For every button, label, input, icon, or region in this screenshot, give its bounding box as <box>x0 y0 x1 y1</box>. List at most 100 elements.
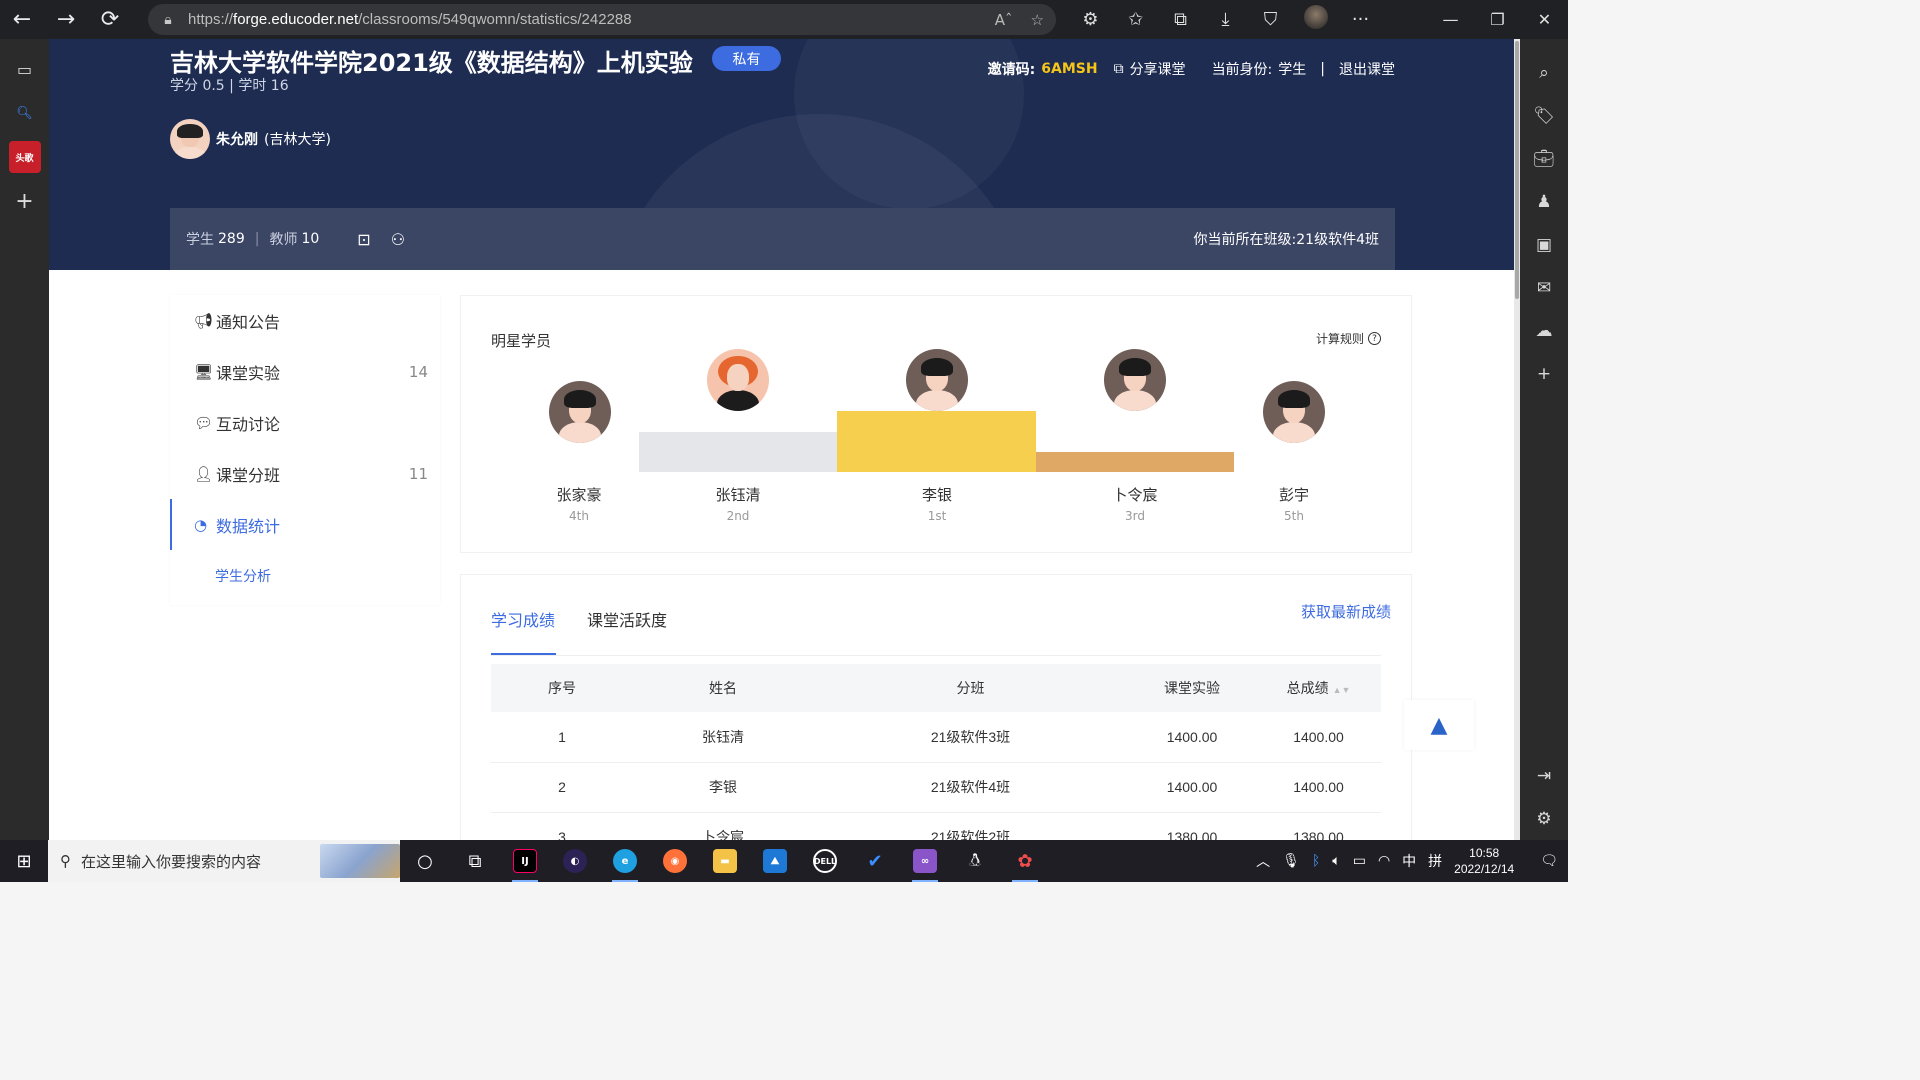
sidebar-search-icon[interactable]: ⌕ <box>1520 51 1568 94</box>
col-header-class: 分班 <box>813 664 1128 712</box>
podium-second <box>639 432 837 472</box>
profile-avatar[interactable] <box>1293 5 1338 34</box>
eclipse-icon[interactable]: ◐ <box>550 840 600 882</box>
separator: | <box>1320 61 1325 77</box>
col-header-index: 序号 <box>491 664 633 712</box>
bluetooth-icon[interactable]: ᛒ <box>1312 853 1320 869</box>
star-avatar-4th[interactable] <box>549 381 611 443</box>
star-avatar-2nd[interactable] <box>707 349 769 411</box>
shopping-icon[interactable]: 🏷︎ <box>1520 94 1568 137</box>
share-icon[interactable]: ⧉ <box>1114 61 1124 77</box>
dell-icon[interactable]: DELL <box>800 840 850 882</box>
back-icon[interactable]: ← <box>0 0 44 39</box>
exit-course-button[interactable]: 退出课堂 <box>1339 59 1395 79</box>
cortana-icon[interactable]: ○ <box>400 840 450 882</box>
menu-item-statistics[interactable]: ◔ 数据统计 <box>170 499 440 550</box>
table-row: 2 李银 21级软件4班 1400.00 1400.00 <box>491 762 1381 813</box>
back-to-top-button[interactable]: ▲ <box>1404 700 1474 750</box>
tab-activity[interactable]: 课堂活跃度 <box>587 607 667 631</box>
photos-icon[interactable]: ⛰ <box>750 840 800 882</box>
col-header-total[interactable]: 总成绩 ▲▼ <box>1256 664 1381 712</box>
star-rank: 2nd <box>726 509 750 523</box>
volume-icon[interactable]: 🔈︎ <box>1332 853 1340 869</box>
more-menu-icon[interactable]: ··· <box>1338 9 1383 30</box>
share-button[interactable]: 分享课堂 <box>1130 59 1186 79</box>
browser-vertical-tabs: ▭ 🔍︎ 头歌 + <box>0 39 49 840</box>
invite-code[interactable]: 6AMSH <box>1041 61 1097 77</box>
taskbar-search[interactable]: ⚲ 在这里输入你要搜索的内容 <box>48 840 400 882</box>
assistant-icon[interactable]: ⚇ <box>391 230 405 249</box>
task-view-icon[interactable]: ⧉ <box>450 840 500 882</box>
read-aloud-icon[interactable]: Aˆ <box>995 11 1013 29</box>
monitor-icon: 🖥︎ <box>194 362 214 381</box>
browser-essentials-icon[interactable]: ⛉ <box>1248 9 1293 30</box>
microphone-icon[interactable]: 🎙︎ <box>1282 853 1300 869</box>
address-bar[interactable]: 🔒︎ https://forge.educoder.net/classrooms… <box>148 4 1056 35</box>
menu-item-discussion[interactable]: 💬︎ 互动讨论 <box>170 397 440 448</box>
taskbar-search-placeholder: 在这里输入你要搜索的内容 <box>81 852 262 871</box>
todo-icon[interactable]: ✔ <box>850 840 900 882</box>
tools-icon[interactable]: 💼︎ <box>1520 137 1568 180</box>
page-content: 吉林大学软件学院2021级《数据结构》上机实验 私有 学分 0.5 | 学时 1… <box>49 39 1514 840</box>
tab-actions-icon[interactable]: ▭ <box>9 53 41 85</box>
firefox-icon[interactable]: ◉ <box>650 840 700 882</box>
forward-icon[interactable]: → <box>44 0 88 39</box>
outlook-icon[interactable]: ✉︎ <box>1520 266 1568 309</box>
taskbar-clock[interactable]: 10:58 2022/12/14 <box>1454 845 1514 877</box>
downloads-icon[interactable]: ⤓ <box>1203 9 1248 30</box>
tab-touge[interactable]: 头歌 <box>8 141 41 173</box>
clock-date: 2022/12/14 <box>1454 862 1515 876</box>
wifi-icon[interactable]: ◠ <box>1378 853 1390 869</box>
system-tray: ︿ 🎙︎ ᛒ 🔈︎ ▭ ◠ 中 拼 10:58 2022/12/14 🗨︎ <box>1256 845 1568 877</box>
paint-icon[interactable]: ✿ <box>1000 840 1050 882</box>
menu-item-notices[interactable]: 📢︎ 通知公告 <box>170 295 440 346</box>
add-favorite-icon[interactable]: ☆ <box>1031 11 1044 29</box>
extensions-icon[interactable]: ⚙︎ <box>1068 9 1113 30</box>
course-menu: 📢︎ 通知公告 🖥︎ 课堂实验 14 💬︎ 互动讨论 👤︎ 课堂分班 11 ◔ … <box>170 295 440 605</box>
file-explorer-icon[interactable]: ▬ <box>700 840 750 882</box>
page-scrollbar[interactable] <box>1514 39 1520 840</box>
submenu-student-analysis[interactable]: 学生分析 <box>170 550 440 602</box>
close-icon[interactable]: ✕ <box>1521 0 1568 39</box>
restore-icon[interactable]: ❐ <box>1474 0 1521 39</box>
class-stats-bar: 学生 289 | 教师 10 ⊡ ⚇ 你当前所在班级:21级软件4班 <box>170 208 1395 270</box>
search-tab-icon[interactable]: 🔍︎ <box>9 97 41 129</box>
sidebar-settings-icon[interactable]: ⚙︎ <box>1520 797 1568 840</box>
credit-line: 学分 0.5 | 学时 16 <box>170 78 289 94</box>
favorites-icon[interactable]: ✩ <box>1113 9 1158 30</box>
fetch-latest-grades-button[interactable]: 获取最新成绩 <box>1301 601 1391 622</box>
reload-icon[interactable]: ⟳ <box>88 0 132 39</box>
office-icon[interactable]: ▣ <box>1520 223 1568 266</box>
battery-icon[interactable]: ▭ <box>1353 853 1366 869</box>
ime-lang[interactable]: 中 <box>1402 851 1416 871</box>
games-icon[interactable]: ♟︎ <box>1520 180 1568 223</box>
teacher-avatar[interactable] <box>170 119 210 159</box>
windows-start-icon[interactable]: ⊞ <box>0 840 48 882</box>
calc-rule-link[interactable]: 计算规则 ? <box>1316 330 1381 347</box>
sort-icon[interactable]: ▲▼ <box>1333 685 1351 695</box>
star-rank: 4th <box>569 509 589 523</box>
add-sidebar-icon[interactable]: + <box>1520 352 1568 395</box>
intellij-icon[interactable]: IJ <box>500 840 550 882</box>
menu-item-experiments[interactable]: 🖥︎ 课堂实验 14 <box>170 346 440 397</box>
ime-mode[interactable]: 拼 <box>1428 851 1442 871</box>
minimize-icon[interactable]: — <box>1427 0 1474 39</box>
podium-first <box>837 411 1036 472</box>
edge-icon[interactable]: e <box>600 840 650 882</box>
teacher-info[interactable]: 朱允刚 (吉林大学) <box>170 119 331 159</box>
star-avatar-1st[interactable] <box>906 349 968 411</box>
drop-icon[interactable]: ☁︎ <box>1520 309 1568 352</box>
visual-studio-icon[interactable]: ∞ <box>900 840 950 882</box>
menu-item-groups[interactable]: 👤︎ 课堂分班 11 <box>170 448 440 499</box>
new-tab-icon[interactable]: + <box>9 185 41 217</box>
star-avatar-5th[interactable] <box>1263 381 1325 443</box>
collections-icon[interactable]: ⧉ <box>1158 9 1203 30</box>
teacher-name: 朱允刚 <box>216 132 258 148</box>
star-avatar-3rd[interactable] <box>1104 349 1166 411</box>
tab-grades[interactable]: 学习成绩 <box>491 607 555 631</box>
hide-sidebar-icon[interactable]: ⇥ <box>1520 754 1568 797</box>
notification-icon[interactable]: 🗨︎ <box>1540 853 1558 869</box>
chevron-up-icon[interactable]: ︿ <box>1256 851 1270 871</box>
class-qrcode-icon[interactable]: ⊡ <box>357 230 370 249</box>
qq-icon[interactable]: 🐧︎ <box>950 840 1000 882</box>
